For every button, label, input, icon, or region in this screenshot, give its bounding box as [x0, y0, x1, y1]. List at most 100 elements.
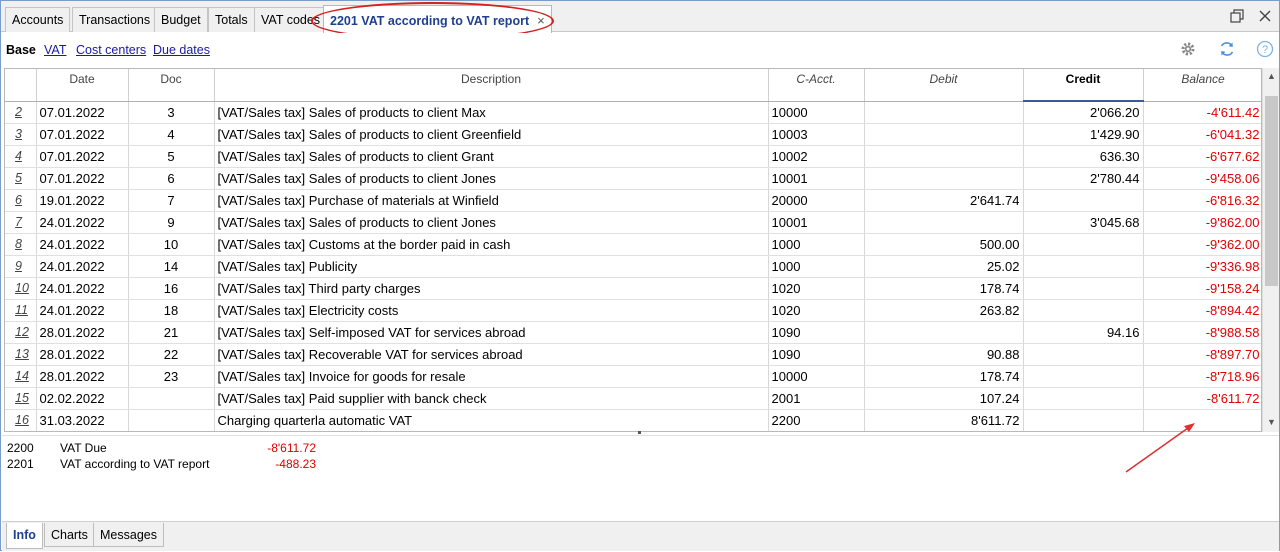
cell-c-acct[interactable]: 1090 [768, 343, 865, 366]
cell-debit[interactable]: 178.74 [864, 277, 1024, 300]
row-number[interactable]: 14 [5, 365, 37, 388]
scroll-thumb[interactable] [1265, 96, 1278, 286]
cell-doc[interactable]: 5 [128, 145, 215, 168]
cell-balance[interactable]: -9'362.00 [1143, 233, 1261, 256]
cell-debit[interactable]: 107.24 [864, 387, 1024, 410]
tab-info[interactable]: Info [6, 523, 43, 549]
help-icon[interactable]: ? [1255, 40, 1275, 60]
cell-date[interactable]: 02.02.2022 [36, 387, 129, 410]
table-row[interactable]: 3 07.01.2022 4 [VAT/Sales tax] Sales of pro… [5, 123, 1261, 146]
cell-balance[interactable]: -8'988.58 [1143, 321, 1261, 344]
cell-credit[interactable]: 3'045.68 [1023, 211, 1144, 234]
cell-description[interactable]: [VAT/Sales tax] Invoice for goods for re… [214, 365, 769, 388]
cell-c-acct[interactable]: 10000 [768, 365, 865, 388]
col-header-credit[interactable]: Credit [1023, 69, 1144, 102]
cell-credit[interactable] [1023, 277, 1144, 300]
cell-balance[interactable]: -8'718.96 [1143, 365, 1261, 388]
table-row[interactable]: 6 19.01.2022 7 [VAT/Sales tax] Purchase of … [5, 189, 1261, 212]
cell-date[interactable]: 28.01.2022 [36, 343, 129, 366]
cell-credit[interactable]: 2'066.20 [1023, 101, 1144, 124]
cell-debit[interactable]: 2'641.74 [864, 189, 1024, 212]
table-row[interactable]: 13 28.01.2022 22 [VAT/Sales tax] Recoverabl… [5, 343, 1261, 366]
cell-c-acct[interactable]: 10000 [768, 101, 865, 124]
tab-budget[interactable]: Budget [154, 7, 208, 32]
table-row[interactable]: 8 24.01.2022 10 [VAT/Sales tax] Customs at … [5, 233, 1261, 256]
cell-description[interactable]: [VAT/Sales tax] Sales of products to cli… [214, 167, 769, 190]
cell-description[interactable]: [VAT/Sales tax] Paid supplier with banck… [214, 387, 769, 410]
cell-c-acct[interactable]: 1020 [768, 277, 865, 300]
vertical-scrollbar[interactable]: ▲ ▼ [1262, 68, 1279, 432]
cell-c-acct[interactable]: 1000 [768, 255, 865, 278]
cell-description[interactable]: [VAT/Sales tax] Electricity costs [214, 299, 769, 322]
cell-doc[interactable]: 3 [128, 101, 215, 124]
cell-balance[interactable]: -8'894.42 [1143, 299, 1261, 322]
table-row[interactable]: 9 24.01.2022 14 [VAT/Sales tax] Publicity 10… [5, 255, 1261, 278]
col-header-doc[interactable]: Doc [128, 69, 215, 102]
cell-c-acct[interactable]: 2001 [768, 387, 865, 410]
cell-debit[interactable]: 8'611.72 [864, 409, 1024, 431]
tab-vat-codes[interactable]: VAT codes [254, 7, 328, 32]
cell-balance[interactable]: -9'862.00 [1143, 211, 1261, 234]
cell-balance[interactable]: -6'677.62 [1143, 145, 1261, 168]
table-row[interactable]: 10 24.01.2022 16 [VAT/Sales tax] Third part… [5, 277, 1261, 300]
table-row[interactable]: 15 02.02.2022 [VAT/Sales tax] Paid supplie… [5, 387, 1261, 410]
cell-debit[interactable]: 178.74 [864, 365, 1024, 388]
row-number[interactable]: 3 [5, 123, 37, 146]
cell-date[interactable]: 24.01.2022 [36, 277, 129, 300]
cell-debit[interactable]: 263.82 [864, 299, 1024, 322]
cell-debit[interactable]: 500.00 [864, 233, 1024, 256]
close-icon[interactable]: × [537, 13, 545, 28]
cell-date[interactable]: 28.01.2022 [36, 365, 129, 388]
scroll-up-icon[interactable]: ▲ [1263, 68, 1280, 84]
cell-doc[interactable]: 22 [128, 343, 215, 366]
table-row[interactable]: 12 28.01.2022 21 [VAT/Sales tax] Self-impos… [5, 321, 1261, 344]
cell-doc[interactable]: 7 [128, 189, 215, 212]
row-number[interactable]: 15 [5, 387, 37, 410]
cell-credit[interactable]: 94.16 [1023, 321, 1144, 344]
cell-balance[interactable]: -4'611.42 [1143, 101, 1261, 124]
cell-doc[interactable]: 16 [128, 277, 215, 300]
cell-description[interactable]: [VAT/Sales tax] Customs at the border pa… [214, 233, 769, 256]
col-header-balance[interactable]: Balance [1143, 69, 1261, 102]
cell-credit[interactable] [1023, 255, 1144, 278]
cell-date[interactable]: 24.01.2022 [36, 255, 129, 278]
col-header-date[interactable]: Date [36, 69, 129, 102]
splitter-handle[interactable] [638, 431, 641, 434]
view-vat[interactable]: VAT [44, 43, 66, 57]
tab-messages[interactable]: Messages [93, 523, 164, 547]
row-number[interactable]: 6 [5, 189, 37, 212]
row-number[interactable]: 13 [5, 343, 37, 366]
scroll-down-icon[interactable]: ▼ [1263, 414, 1280, 430]
cell-doc[interactable]: 14 [128, 255, 215, 278]
row-number[interactable]: 9 [5, 255, 37, 278]
row-number[interactable]: 16 [5, 409, 37, 431]
cell-c-acct[interactable]: 10003 [768, 123, 865, 146]
row-number[interactable]: 11 [5, 299, 37, 322]
cell-description[interactable]: Charging quarterla automatic VAT [214, 409, 769, 431]
cell-debit[interactable] [864, 321, 1024, 344]
gear-icon[interactable] [1178, 40, 1198, 60]
cell-doc[interactable]: 10 [128, 233, 215, 256]
cell-debit[interactable]: 25.02 [864, 255, 1024, 278]
cell-c-acct[interactable]: 1000 [768, 233, 865, 256]
cell-debit[interactable] [864, 145, 1024, 168]
cell-description[interactable]: [VAT/Sales tax] Sales of products to cli… [214, 101, 769, 124]
cell-description[interactable]: [VAT/Sales tax] Self-imposed VAT for ser… [214, 321, 769, 344]
row-number[interactable]: 7 [5, 211, 37, 234]
cell-doc[interactable]: 21 [128, 321, 215, 344]
cell-c-acct[interactable]: 20000 [768, 189, 865, 212]
cell-balance[interactable]: -9'336.98 [1143, 255, 1261, 278]
table-row[interactable]: 5 07.01.2022 6 [VAT/Sales tax] Sales of pro… [5, 167, 1261, 190]
view-cost-centers[interactable]: Cost centers [76, 43, 146, 57]
col-header-c-acct[interactable]: C-Acct. [768, 69, 865, 102]
cell-date[interactable]: 19.01.2022 [36, 189, 129, 212]
row-number[interactable]: 10 [5, 277, 37, 300]
cell-c-acct[interactable]: 1090 [768, 321, 865, 344]
col-header-debit[interactable]: Debit [864, 69, 1024, 102]
table-row[interactable]: 14 28.01.2022 23 [VAT/Sales tax] Invoice fo… [5, 365, 1261, 388]
cell-c-acct[interactable]: 10002 [768, 145, 865, 168]
tab-charts[interactable]: Charts [44, 523, 95, 547]
row-number[interactable]: 4 [5, 145, 37, 168]
cell-balance[interactable]: -6'816.32 [1143, 189, 1261, 212]
cell-credit[interactable]: 636.30 [1023, 145, 1144, 168]
